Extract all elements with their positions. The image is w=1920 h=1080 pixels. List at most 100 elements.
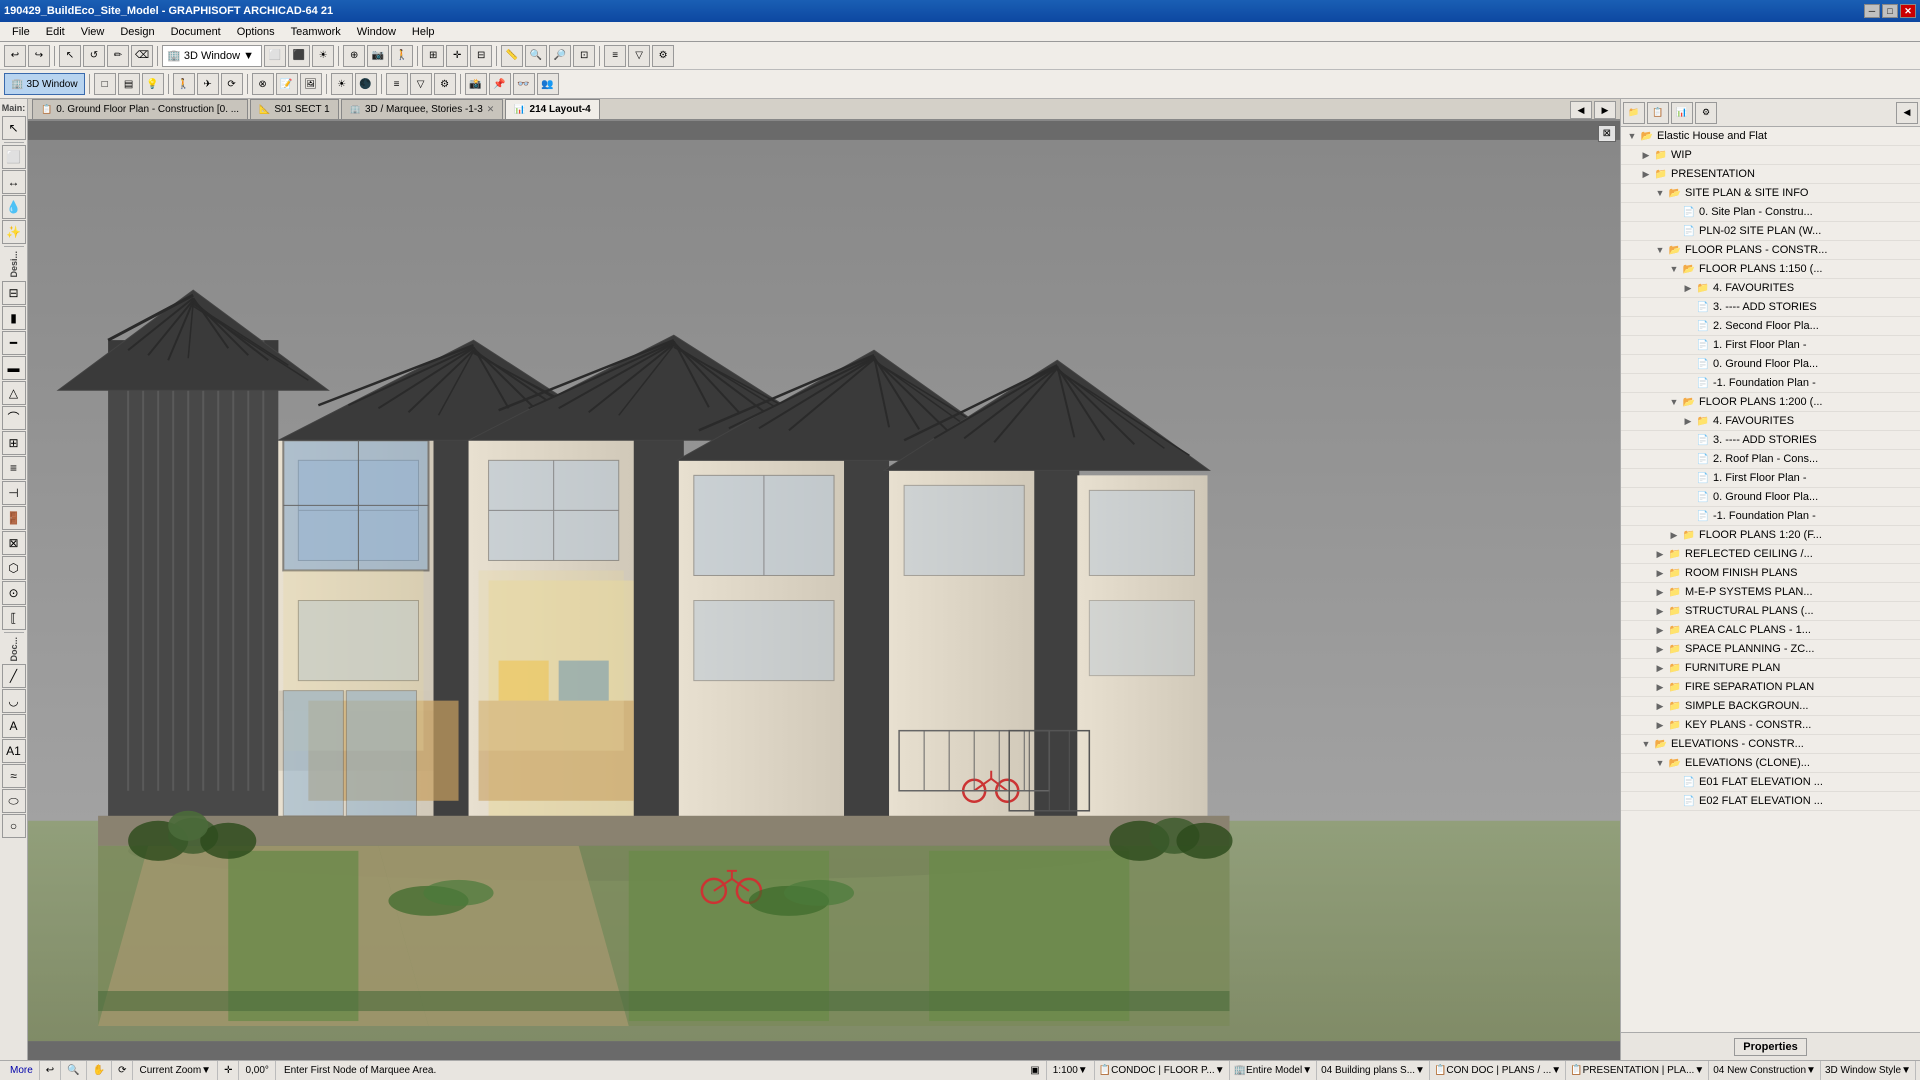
lt-curtain[interactable]: ⟦ (2, 606, 26, 630)
tree-item-furniture-plan[interactable]: ▶📁FURNITURE PLAN (1621, 659, 1920, 678)
rp-btn2[interactable]: 📋 (1647, 102, 1669, 124)
tab-layout[interactable]: 📊 214 Layout-4 (505, 99, 599, 119)
status-window-style[interactable]: 3D Window Style ▼ (1821, 1061, 1916, 1080)
tree-item-favourites[interactable]: ▶📁4. FAVOURITES (1621, 279, 1920, 298)
lt-wall[interactable]: ⊟ (2, 281, 26, 305)
tree-expand-foundation2[interactable] (1681, 509, 1695, 523)
tree-item-e01-flat[interactable]: 📄E01 FLAT ELEVATION ... (1621, 773, 1920, 792)
tree-item-elastic-house[interactable]: ▼📂Elastic House and Flat (1621, 127, 1920, 146)
tab-nav-left[interactable]: ◀ (1570, 101, 1592, 119)
tb-mode-dropdown[interactable]: 🏢 3D Window ▼ (162, 45, 262, 67)
status-building-plans[interactable]: 04 Building plans S... ▼ (1317, 1061, 1430, 1080)
status-condoc[interactable]: 📋 CONDOC | FLOOR P... ▼ (1095, 1061, 1230, 1080)
lt-arc[interactable]: ◡ (2, 689, 26, 713)
tree-expand-ground-floor2[interactable] (1681, 490, 1695, 504)
tb-grid[interactable]: ⊞ (422, 45, 444, 67)
tree-item-reflected-ceiling[interactable]: ▶📁REFLECTED CEILING /... (1621, 545, 1920, 564)
tb-filter[interactable]: ▽ (628, 45, 650, 67)
tree-expand-space-planning[interactable]: ▶ (1653, 642, 1667, 656)
undo-icon[interactable]: ↩ (46, 1065, 54, 1076)
tab-3d[interactable]: 🏢 3D / Marquee, Stories -1-3 ✕ (341, 99, 504, 119)
tree-item-wip[interactable]: ▶📁WIP (1621, 146, 1920, 165)
tb-pencil[interactable]: ✏ (107, 45, 129, 67)
scale-arrow[interactable]: ▼ (1078, 1065, 1088, 1076)
tb-view2[interactable]: ⬛ (288, 45, 310, 67)
menu-file[interactable]: File (4, 24, 38, 40)
tree-item-e02-flat[interactable]: 📄E02 FLAT ELEVATION ... (1621, 792, 1920, 811)
tb-filter2[interactable]: ▽ (410, 73, 432, 95)
lt-roof[interactable]: △ (2, 381, 26, 405)
lt-railing[interactable]: ⊣ (2, 481, 26, 505)
tree-item-roof-plan-cons[interactable]: 📄2. Roof Plan - Cons... (1621, 450, 1920, 469)
rotate-icon[interactable]: ⟳ (118, 1065, 126, 1076)
viewport-control[interactable]: ⊠ (1598, 125, 1616, 142)
tree-item-first-floor2[interactable]: 📄1. First Floor Plan - (1621, 469, 1920, 488)
tree-expand-presentation[interactable]: ▶ (1639, 167, 1653, 181)
menu-document[interactable]: Document (163, 24, 229, 40)
lt-stretch[interactable]: ↔ (2, 170, 26, 194)
status-new-construction[interactable]: 04 New Construction ▼ (1709, 1061, 1821, 1080)
lt-mesh[interactable]: ⊞ (2, 431, 26, 455)
tree-item-site-plan[interactable]: ▼📂SITE PLAN & SITE INFO (1621, 184, 1920, 203)
tree-item-room-finish[interactable]: ▶📁ROOM FINISH PLANS (1621, 564, 1920, 583)
tb-sun2[interactable]: ☀ (331, 73, 353, 95)
tree-item-first-floor[interactable]: 📄1. First Floor Plan - (1621, 336, 1920, 355)
lt-ellipse[interactable]: ⬭ (2, 789, 26, 813)
tree-expand-second-floor[interactable] (1681, 319, 1695, 333)
tree-expand-elastic-house[interactable]: ▼ (1625, 129, 1639, 143)
lt-eyedrop[interactable]: 💧 (2, 195, 26, 219)
tree-item-floor-plans-1150[interactable]: ▼📂FLOOR PLANS 1:150 (... (1621, 260, 1920, 279)
tb-view1[interactable]: ⬜ (264, 45, 286, 67)
tree-item-add-stories2[interactable]: 📄3. ---- ADD STORIES (1621, 431, 1920, 450)
lt-fill[interactable]: ≈ (2, 764, 26, 788)
tb-guides[interactable]: ⊟ (470, 45, 492, 67)
menu-design[interactable]: Design (112, 24, 162, 40)
tree-expand-furniture-plan[interactable]: ▶ (1653, 661, 1667, 675)
tab-nav-right[interactable]: ▶ (1594, 101, 1616, 119)
tree-expand-e01-flat[interactable] (1667, 775, 1681, 789)
tb-zoom-in[interactable]: 🔍 (525, 45, 547, 67)
tree-item-mep-systems[interactable]: ▶📁M-E-P SYSTEMS PLAN... (1621, 583, 1920, 602)
tb-fly[interactable]: ✈ (197, 73, 219, 95)
tb-settings2[interactable]: ⚙ (434, 73, 456, 95)
properties-tab[interactable]: Properties (1734, 1038, 1806, 1056)
tb-sun[interactable]: ☀ (312, 45, 334, 67)
tree-expand-room-finish[interactable]: ▶ (1653, 566, 1667, 580)
tb-camera[interactable]: 📷 (367, 45, 389, 67)
tb-floor-view[interactable]: □ (94, 73, 116, 95)
tab-close-3[interactable]: ✕ (487, 104, 495, 115)
lt-marquee[interactable]: ⬜ (2, 145, 26, 169)
tb-layers2[interactable]: ≡ (386, 73, 408, 95)
lt-circle[interactable]: ○ (2, 814, 26, 838)
tb-redo[interactable]: ↪ (28, 45, 50, 67)
zoom-arrow[interactable]: ▼ (201, 1065, 211, 1076)
tb-3dwindow-btn[interactable]: 🏢 3D Window (4, 73, 85, 95)
tree-expand-favourites2[interactable]: ▶ (1681, 414, 1695, 428)
rp-btn-arrow[interactable]: ◀ (1896, 102, 1918, 124)
tree-item-elevations-constr[interactable]: ▼📂ELEVATIONS - CONSTR... (1621, 735, 1920, 754)
tree-item-ground-floor-constr[interactable]: 📄0. Ground Floor Pla... (1621, 355, 1920, 374)
lt-zone[interactable]: ⊙ (2, 581, 26, 605)
tree-item-favourites2[interactable]: ▶📁4. FAVOURITES (1621, 412, 1920, 431)
tb-render[interactable]: 🖼 (300, 73, 322, 95)
minimize-button[interactable]: ─ (1864, 4, 1880, 18)
tree-expand-first-floor[interactable] (1681, 338, 1695, 352)
lt-object[interactable]: ⬡ (2, 556, 26, 580)
tb-snap[interactable]: ✛ (446, 45, 468, 67)
tree-expand-floor-plans-1200[interactable]: ▼ (1667, 395, 1681, 409)
lt-column[interactable]: ▮ (2, 306, 26, 330)
tree-expand-floor-plans-constr[interactable]: ▼ (1653, 243, 1667, 257)
tree-expand-site-plan-constr[interactable] (1667, 205, 1681, 219)
menu-window[interactable]: Window (349, 24, 404, 40)
lt-magic[interactable]: ✨ (2, 220, 26, 244)
tree-expand-simple-background[interactable]: ▶ (1653, 699, 1667, 713)
tree-expand-ground-floor-constr[interactable] (1681, 357, 1695, 371)
lt-shell[interactable]: ⌒ (2, 406, 26, 430)
tb-walk[interactable]: 🚶 (391, 45, 413, 67)
status-con-doc[interactable]: 📋 CON DOC | PLANS / ... ▼ (1430, 1061, 1566, 1080)
tree-expand-elevations-clone[interactable]: ▼ (1653, 756, 1667, 770)
tree-expand-add-stories2[interactable] (1681, 433, 1695, 447)
tree-item-simple-background[interactable]: ▶📁SIMPLE BACKGROUN... (1621, 697, 1920, 716)
tb-undo[interactable]: ↩ (4, 45, 26, 67)
tree-expand-structural[interactable]: ▶ (1653, 604, 1667, 618)
